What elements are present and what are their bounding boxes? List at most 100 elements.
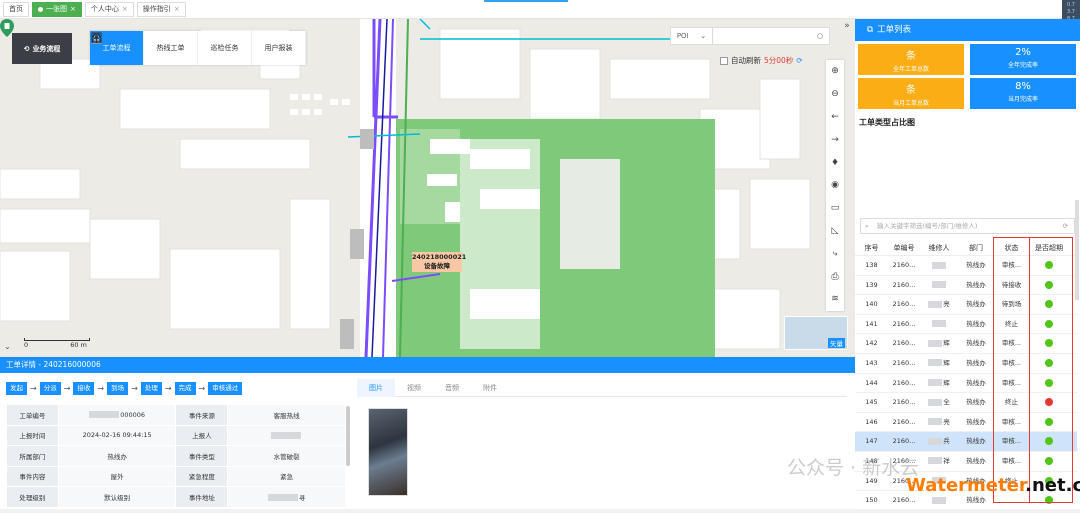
field-value-text: 2024-02-16 09:44:15 [82,431,152,440]
table-row[interactable]: 140 2160... 亮 热线办 待到场 [855,295,1077,315]
cell-no: 140 [855,295,888,314]
table-row[interactable]: 145 2160... 全 热线办 终止 [855,393,1077,413]
cell-text: 热线办 [966,319,986,328]
green-status-icon [1045,496,1053,505]
map-canvas[interactable] [0,19,855,357]
detail-scrollbar[interactable] [346,406,350,466]
list-scrollbar[interactable] [1075,200,1079,300]
media-tab-2[interactable]: 音频 [433,379,471,397]
attachment-photo[interactable] [368,408,408,496]
arrow-right-icon: → [198,384,206,393]
table-row[interactable]: 146 2160... 亮 热线办 审核... [855,413,1077,433]
chevron-down-icon: ⌄ [700,32,707,40]
ruler-icon[interactable]: ▭ [826,197,844,220]
print-icon[interactable]: ⎙ [826,265,844,288]
close-icon[interactable]: × [174,3,180,16]
forward-arrow-icon[interactable]: → [826,128,844,151]
tab-3[interactable]: 操作指引 × [136,1,186,17]
redacted-block [928,437,943,445]
location-pin-icon[interactable] [0,19,14,37]
cell-id: 2160... [888,393,920,412]
tab-label: 个人中心 [90,4,119,13]
cell-person: 亮 [920,295,958,314]
search-icon[interactable]: ○ [811,32,829,40]
tab-1[interactable]: 一张图 × [32,1,82,17]
compass-icon[interactable]: ♦ [826,151,844,174]
flow-step[interactable]: 到场 [107,382,129,395]
flow-step[interactable]: 发起 [6,382,27,395]
cell-dept: 热线办 [958,374,994,393]
collapse-panel-icon[interactable]: » [840,21,854,39]
flow-step[interactable]: 接收 [73,382,95,395]
green-status-icon [1045,437,1053,446]
expand-icon[interactable]: ⌄ [4,342,11,351]
nav-1[interactable]: 热线工单 [91,31,198,65]
cell-text: 2160... [892,261,916,269]
cell-overdue [1029,393,1069,412]
tab-2[interactable]: 个人中心 × [84,1,134,17]
arrow-right-icon: → [164,384,172,393]
map-view[interactable]: ⟲ 业务流程 工单流程 热线工单 巡检任务 用户报装 POI ⌄ ○ » 自动刷新 5… [0,19,855,357]
media-tab-1[interactable]: 视频 [395,379,433,397]
redacted-block [931,261,946,269]
cell-text: 2160... [892,496,916,505]
layers-icon[interactable]: ≋ [826,288,844,311]
redacted-block [931,281,946,289]
flow-step[interactable]: 审核通过 [208,382,243,395]
cell-text: 审核... [1001,437,1022,446]
cell-text: 热线办 [966,358,986,367]
poi-search[interactable]: POI ⌄ ○ [670,27,830,45]
list-search-input[interactable]: ⌕ 输入关键字筛选(编号/部门/维修人) ⟳ [860,218,1075,234]
table-row[interactable]: 139 2160... 热线办 待接收 [855,276,1077,296]
cell-overdue [1029,315,1069,334]
tab-0[interactable]: 首页 [3,1,29,17]
cell-no: 150 [855,491,888,510]
table-row[interactable]: 143 2160... 辉 热线办 审核... [855,354,1077,374]
close-icon[interactable]: × [70,3,76,16]
zoom-out-icon[interactable]: ⊖ [826,83,844,106]
auto-refresh-checkbox[interactable] [720,56,728,65]
flow-step[interactable]: 完成 [174,382,196,395]
area-measure-icon[interactable]: ◺ [826,220,844,243]
close-icon[interactable]: × [122,3,128,16]
poi-type-select[interactable]: POI ⌄ [671,28,713,44]
column-header[interactable]: 状态 [994,240,1029,255]
business-nav: 工单流程 热线工单 巡检任务 用户报装 [90,31,306,65]
table-row[interactable]: 142 2160... 辉 热线办 审核... [855,334,1077,354]
column-header: 维修人 [928,244,950,252]
locate-icon[interactable]: ◉ [826,174,844,197]
cell-text: 终止 [1005,319,1018,328]
auto-refresh[interactable]: 自动刷新 5分00秒 ⟳ [720,55,803,66]
map-marker-label[interactable]: 240218000021 设备故障 [412,252,466,272]
media-tab-0[interactable]: 图片 [357,379,395,397]
media-tab-3[interactable]: 附件 [471,379,509,397]
stat-value: 2% [1015,47,1031,58]
cell-dept: 热线办 [958,315,994,334]
cell-no: 143 [855,354,888,373]
refresh-icon[interactable]: ⟳ [1063,219,1068,233]
nav-2[interactable]: 巡检任务 [92,31,252,65]
back-arrow-icon[interactable]: ← [826,106,844,129]
field-key: 紧急程度 [175,465,229,487]
redacted-block [89,411,120,419]
copy-icon: ⧉ [867,25,874,35]
cell-text: 2160... [892,437,916,446]
column-header: 是否超期 [1035,244,1063,252]
cell-id: 2160... [888,295,920,314]
field-value-text: 客服热线 [273,411,300,420]
basemap-switcher[interactable]: 矢量 [784,316,848,350]
refresh-icon[interactable]: ⟳ [796,56,802,65]
stat-card: 条当月工单总数 [858,78,964,109]
nav-3[interactable]: 用户报装 [91,31,306,65]
cell-status: 审核... [994,374,1029,393]
nav-label: 热线工单 [156,44,185,52]
flow-step[interactable]: 分派 [39,382,61,395]
flow-step[interactable]: 处理 [140,382,162,395]
table-row[interactable]: 138 2160... 热线办 审核... [855,256,1077,276]
table-row[interactable]: 144 2160... 辉 热线办 审核... [855,374,1077,394]
table-row[interactable]: 141 2160... 热线办 终止 [855,315,1077,335]
table-row[interactable]: 147 2160... 兵 热线办 审核... [855,432,1077,452]
zoom-in-icon[interactable]: ⊕ [826,60,844,83]
cell-status: 终止 [994,315,1029,334]
route-icon[interactable]: ⤷ [826,242,844,265]
